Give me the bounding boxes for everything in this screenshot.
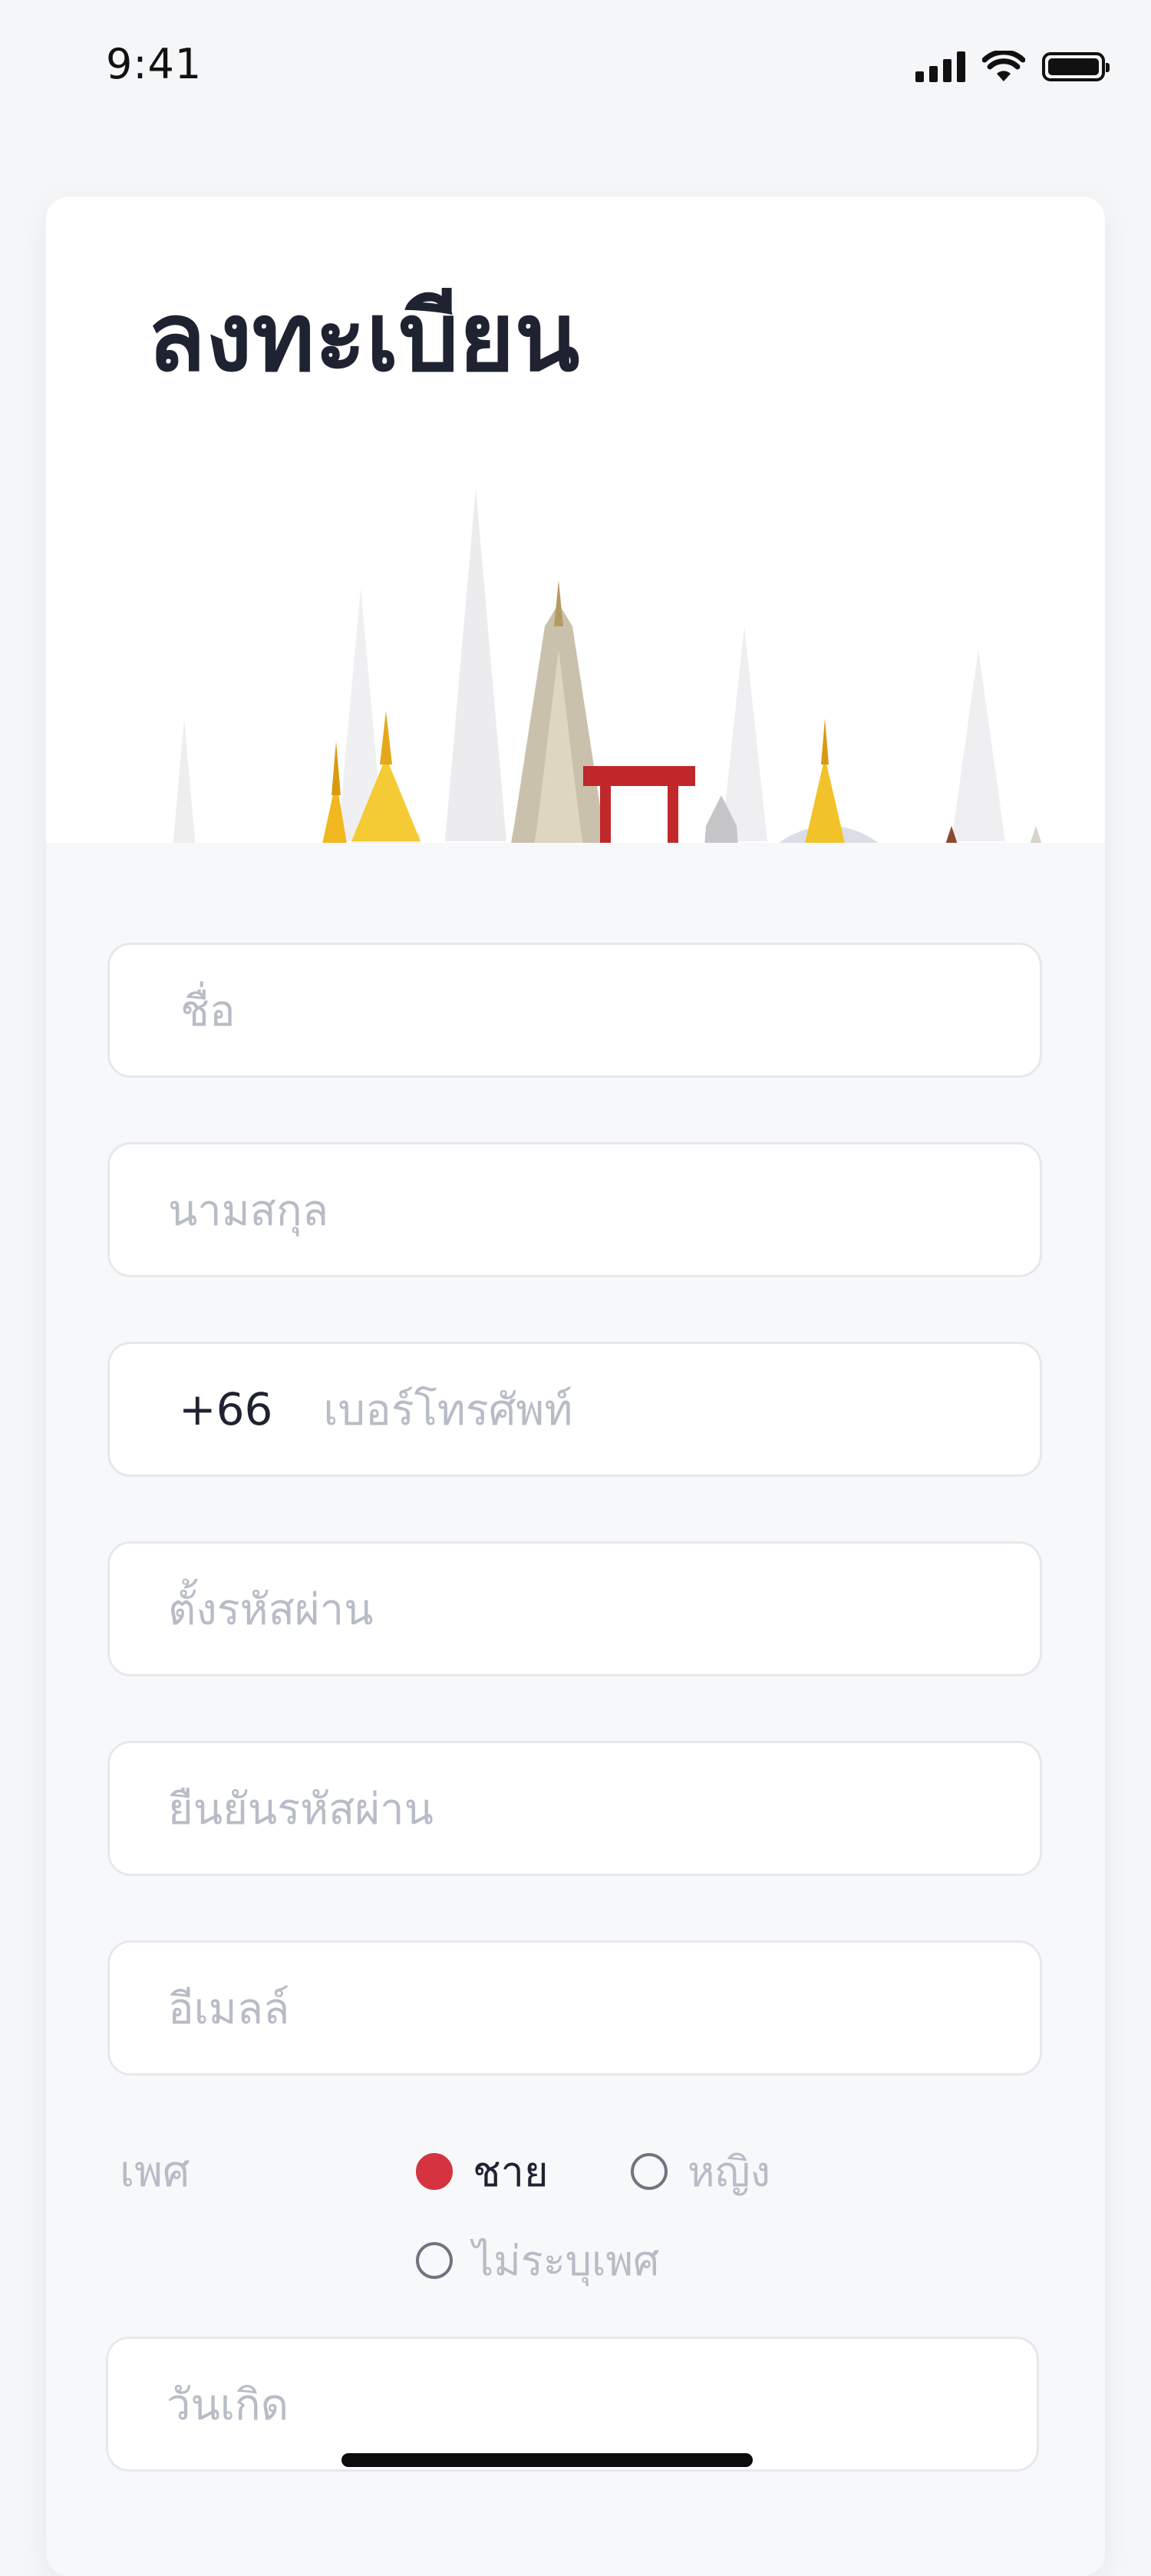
email-placeholder: อีเมลล์ <box>168 1983 290 2034</box>
radio-selected-icon <box>416 2153 453 2190</box>
form-area <box>46 843 1105 2576</box>
password-field[interactable]: ตั้งรหัสผ่าน <box>107 1541 1042 1676</box>
battery-icon <box>1042 52 1110 81</box>
phone-placeholder: เบอร์โทรศัพท์ <box>323 1385 573 1435</box>
home-indicator <box>341 2453 753 2467</box>
gender-option-label: หญิง <box>688 2148 770 2196</box>
status-icons <box>915 51 1110 83</box>
first-name-placeholder: ชื่อ <box>180 986 236 1036</box>
wifi-icon <box>982 51 1025 81</box>
status-bar: 9:41 <box>0 0 1151 138</box>
gender-option-label: ไม่ระบุเพศ <box>473 2237 660 2285</box>
email-field[interactable]: อีเมลล์ <box>107 1940 1042 2076</box>
last-name-placeholder: นามสกุล <box>168 1185 329 1236</box>
gender-option-unspecified[interactable]: ไม่ระบุเพศ <box>416 2228 659 2294</box>
password-placeholder: ตั้งรหัสผ่าน <box>168 1584 374 1635</box>
confirm-password-field[interactable]: ยืนยันรหัสผ่าน <box>107 1741 1042 1876</box>
registration-card: ลงทะเบียน ชื่อ นามสกุล +66 เบอร์โทรศัพท์… <box>46 197 1105 2576</box>
birthdate-field[interactable]: วันเกิด <box>106 2337 1039 2472</box>
cellular-signal-icon <box>915 51 965 82</box>
radio-unselected-icon <box>416 2242 453 2279</box>
birthdate-placeholder: วันเกิด <box>167 2379 289 2430</box>
confirm-password-placeholder: ยืนยันรหัสผ่าน <box>168 1784 434 1835</box>
page-title: ลงทะเบียน <box>147 282 580 393</box>
phone-field[interactable]: +66 เบอร์โทรศัพท์ <box>107 1342 1042 1477</box>
status-time: 9:41 <box>106 40 203 88</box>
last-name-field[interactable]: นามสกุล <box>107 1142 1042 1277</box>
radio-unselected-icon <box>631 2153 668 2190</box>
country-code[interactable]: +66 <box>179 1383 272 1435</box>
first-name-field[interactable]: ชื่อ <box>107 943 1042 1078</box>
gender-label: เพศ <box>120 2147 190 2197</box>
gender-option-label: ชาย <box>473 2148 549 2196</box>
gender-option-female[interactable]: หญิง <box>631 2138 770 2204</box>
gender-option-male[interactable]: ชาย <box>416 2138 549 2204</box>
